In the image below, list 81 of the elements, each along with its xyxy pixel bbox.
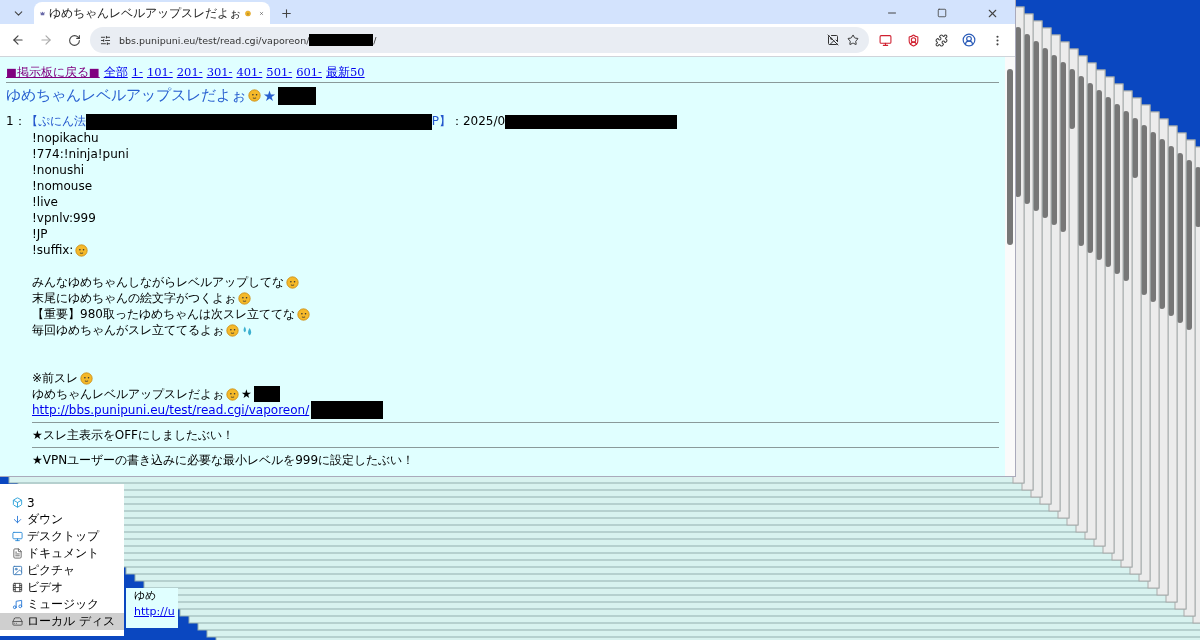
explorer-item[interactable]: ピクチャ [0, 562, 124, 579]
nav-link[interactable]: 501- [266, 65, 293, 80]
post-number: 1： [6, 113, 26, 130]
poster-name: P】 [431, 113, 451, 130]
music-icon [12, 599, 23, 610]
post-text: 【重要】980取ったゆめちゃんは次スレ立ててな [32, 305, 295, 323]
address-bar[interactable]: bbs.punipuni.eu/test/read.cgi/vaporeon/ / [90, 27, 869, 53]
post-text: 毎回ゆめちゃんがスレ立ててるよぉ [32, 321, 224, 339]
nav-link[interactable]: 201- [176, 65, 203, 80]
face-emoji-icon [226, 387, 239, 401]
scrollbar[interactable] [1005, 57, 1015, 476]
post-text: みんなゆめちゃんしながらレベルアップしてな [32, 273, 284, 291]
explorer-item[interactable]: ローカル ディス [0, 613, 124, 630]
explorer-item[interactable]: 3 [0, 494, 124, 511]
post-text: !suffix: [32, 243, 74, 257]
nav-link[interactable]: 最新50 [326, 65, 365, 80]
redaction-block [278, 86, 316, 105]
redaction-block [309, 34, 374, 46]
post-text: !774:!ninja!puni [32, 147, 129, 161]
nav-link[interactable]: ■掲示板に戻る■ [6, 65, 100, 80]
post-text: ゆめ [134, 588, 157, 603]
video-icon [12, 582, 23, 593]
download-icon [12, 514, 23, 525]
face-emoji-icon [75, 243, 89, 257]
explorer-item[interactable]: ビデオ [0, 579, 124, 596]
nav-link[interactable]: 全部 [103, 65, 128, 80]
notice-text: ★VPNユーザーの書き込みに必要な最小レベルを999に設定したぶい！ [32, 452, 416, 468]
extensions-icon[interactable] [934, 33, 948, 47]
reload-icon[interactable] [67, 33, 81, 47]
post-text: !nonushi [32, 163, 85, 177]
post-text: !nomouse [32, 179, 93, 193]
nav-link[interactable]: 601- [296, 65, 322, 80]
monitor-icon[interactable] [878, 33, 892, 47]
maximize-icon[interactable] [937, 8, 947, 18]
profile-icon[interactable] [962, 33, 976, 47]
face-emoji-icon [296, 307, 310, 321]
bookmark-star-icon[interactable] [847, 34, 859, 46]
url-text: bbs.punipuni.eu/test/read.cgi/vaporeon/ [119, 34, 310, 46]
thread-title: ゆめちゃんレベルアップスレだよぉ [6, 86, 246, 105]
explorer-item[interactable]: ダウン [0, 511, 124, 528]
nav-link[interactable]: 1- [131, 65, 143, 80]
star-mark: ★ [263, 87, 276, 104]
scrollbar-thumb[interactable] [1007, 69, 1013, 245]
star-mark: ★ [241, 387, 252, 401]
notice-text: ★スレ主表示をOFFにしましたぶい！ [32, 427, 235, 443]
face-emoji-icon [286, 275, 299, 289]
post-text: 末尾にゆめちゃんの絵文字がつくよぉ [32, 289, 236, 307]
site-info-icon[interactable] [100, 34, 111, 46]
picture-icon [12, 565, 23, 576]
nav-link[interactable]: 101- [146, 65, 173, 80]
nav-link[interactable]: 401- [236, 65, 263, 80]
post-text: !live [32, 195, 58, 209]
explorer-item[interactable]: デスクトップ [0, 528, 124, 545]
tab-title: ゆめちゃんレベルアップスレだよぉ [49, 4, 242, 22]
url-link[interactable]: http://u [134, 605, 178, 618]
post-text: !JP [32, 227, 48, 241]
post-text: ※前スレ [32, 369, 79, 387]
image-off-icon[interactable] [827, 34, 839, 46]
cube-icon [12, 497, 23, 508]
post-text: ゆめちゃんレベルアップスレだよぉ [32, 385, 224, 403]
drive-icon [12, 616, 23, 627]
face-emoji-icon [80, 371, 94, 385]
explorer-item[interactable]: ドキュメント [0, 545, 124, 562]
face-emoji-icon [238, 291, 251, 305]
url-text: / [373, 34, 377, 46]
post-text: !vpnlv:999 [32, 211, 96, 225]
shield-icon[interactable] [906, 33, 920, 47]
face-emoji-icon [226, 323, 239, 337]
desktop-icon [12, 531, 23, 542]
explorer-item[interactable]: ミュージック [0, 596, 124, 613]
poster-name: 【ぷにん法 [25, 113, 86, 130]
browser-tab[interactable]: ゆめちゃんレベルアップスレだよぉ [34, 2, 270, 24]
face-emoji-icon [248, 89, 261, 102]
new-tab-icon[interactable] [279, 6, 293, 20]
nav-link[interactable]: 301- [206, 65, 233, 80]
post-text: !nopikachu [32, 131, 99, 145]
back-icon[interactable] [11, 33, 25, 47]
redaction-block [253, 386, 280, 402]
post-date: ：2025/0 [450, 113, 506, 130]
document-icon [12, 548, 23, 559]
url-link[interactable]: http://bbs.punipuni.eu/test/read.cgi/vaporeon/ [32, 403, 310, 417]
